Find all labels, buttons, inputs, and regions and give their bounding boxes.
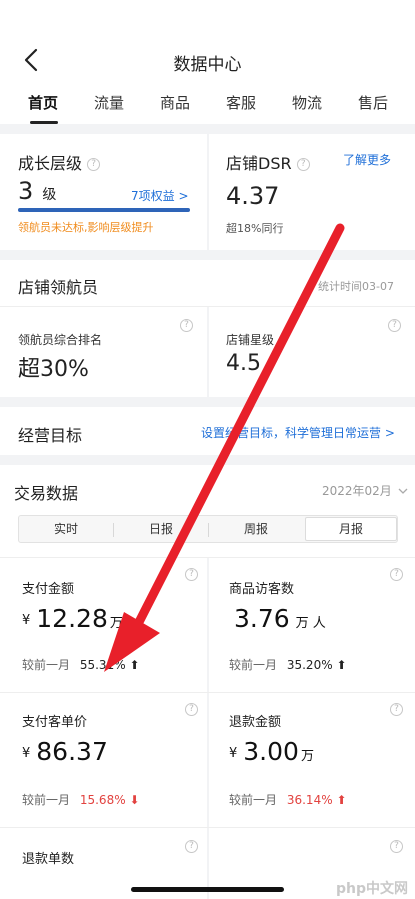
home-indicator[interactable] — [131, 887, 284, 892]
watermark-text: php中文网 — [336, 881, 409, 897]
annotation-arrow-icon — [104, 223, 345, 672]
